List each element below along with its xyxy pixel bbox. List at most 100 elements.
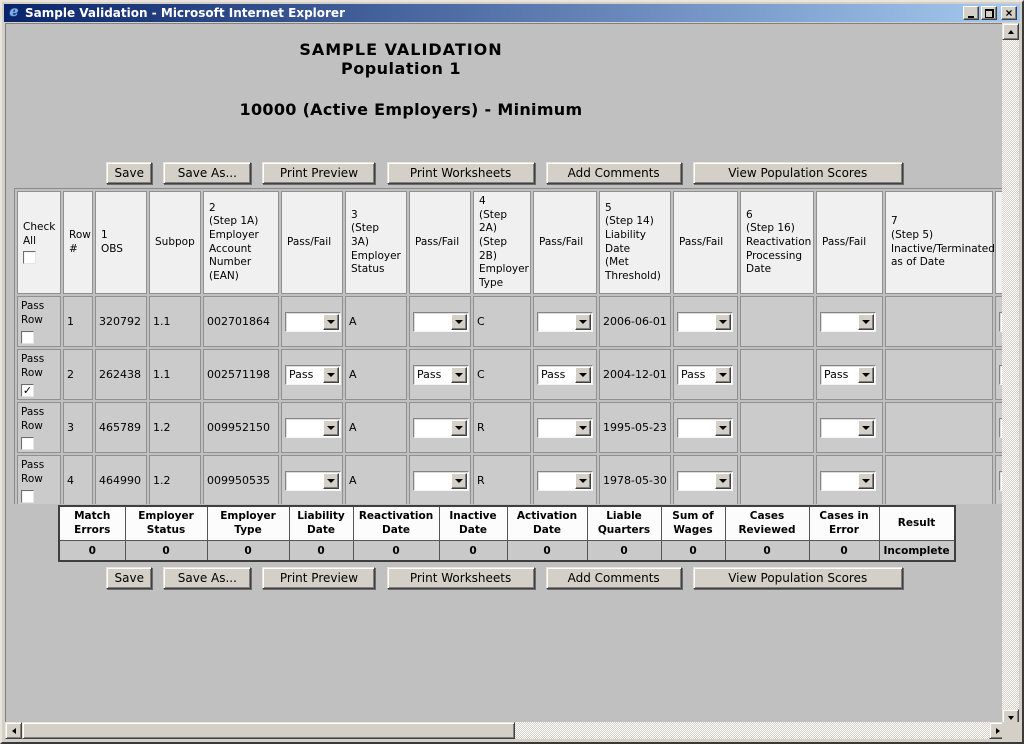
- pass-fail-select[interactable]: Pass: [413, 365, 469, 385]
- col-header-pass-fail-5: Pass/Fail: [816, 191, 883, 294]
- pass-fail-select[interactable]: [285, 418, 341, 438]
- pass-fail-cell: Pass: [533, 349, 597, 400]
- obs-cell: 465789: [95, 402, 147, 453]
- summary-col-result: Result: [879, 506, 955, 541]
- horizontal-scrollbar[interactable]: [5, 722, 1006, 739]
- vertical-scrollbar[interactable]: [1002, 23, 1019, 726]
- dropdown-arrow-icon: [323, 420, 339, 436]
- ean-cell: 002571198: [203, 349, 279, 400]
- minimize-button[interactable]: [963, 6, 979, 20]
- pass-row-checkbox[interactable]: ✓: [21, 384, 34, 397]
- close-button[interactable]: ×: [1001, 6, 1017, 20]
- view-population-scores-button[interactable]: View Population Scores: [693, 162, 903, 184]
- dropdown-arrow-icon: [575, 420, 591, 436]
- reactivation-date-cell: [740, 296, 814, 347]
- view-population-scores-button-bottom[interactable]: View Population Scores: [693, 567, 903, 589]
- ie-logo-icon: e: [7, 6, 21, 20]
- pass-fail-select[interactable]: [285, 471, 341, 491]
- summary-value: 0: [809, 541, 879, 561]
- pass-fail-select[interactable]: [537, 312, 593, 332]
- summary-col-match-errors: Match Errors: [59, 506, 125, 541]
- save-as-button-bottom[interactable]: Save As...: [163, 567, 251, 589]
- pass-fail-select[interactable]: Pass: [677, 365, 733, 385]
- dropdown-arrow-icon: [715, 367, 731, 383]
- dropdown-arrow-icon: [323, 473, 339, 489]
- print-worksheets-button[interactable]: Print Worksheets: [387, 162, 535, 184]
- horizontal-scroll-thumb[interactable]: [22, 722, 515, 739]
- row-number-cell: 1: [63, 296, 93, 347]
- restore-button[interactable]: [981, 6, 997, 20]
- employer-type-cell: C: [473, 296, 531, 347]
- dropdown-arrow-icon: [715, 420, 731, 436]
- pass-fail-select[interactable]: Pass: [820, 365, 876, 385]
- add-comments-button[interactable]: Add Comments: [546, 162, 682, 184]
- pass-fail-cell: [673, 296, 738, 347]
- pass-fail-select[interactable]: [537, 471, 593, 491]
- col-header-employer-type: 4 (Step 2A) (Step 2B) Employer Type: [473, 191, 531, 294]
- col-header-pass-fail-1: Pass/Fail: [281, 191, 343, 294]
- reactivation-date-cell: [740, 349, 814, 400]
- summary-value-row: 0 0 0 0 0 0 0 0 0 0 0 Incomplete: [59, 541, 955, 561]
- employer-type-cell: C: [473, 349, 531, 400]
- pass-fail-cell: Pass: [673, 349, 738, 400]
- print-worksheets-button-bottom[interactable]: Print Worksheets: [387, 567, 535, 589]
- summary-col-inactive-date: Inactive Date: [439, 506, 507, 541]
- pass-fail-select[interactable]: [820, 471, 876, 491]
- score-summary-table: Match Errors Employer Status Employer Ty…: [58, 505, 956, 562]
- pass-fail-select[interactable]: Pass: [537, 365, 593, 385]
- pass-fail-select[interactable]: [413, 312, 469, 332]
- pass-fail-select[interactable]: Pass: [285, 365, 341, 385]
- col-header-inactive-date: 7 (Step 5) Inactive/Terminated as of Dat…: [885, 191, 993, 294]
- pass-row-checkbox[interactable]: [21, 490, 34, 503]
- pass-fail-select[interactable]: [413, 471, 469, 491]
- document-area: SAMPLE VALIDATION Population 1 10000 (Ac…: [5, 23, 1004, 726]
- pass-fail-cell: Pass: [281, 349, 343, 400]
- save-button[interactable]: Save: [106, 162, 152, 184]
- print-preview-button-bottom[interactable]: Print Preview: [262, 567, 375, 589]
- pass-fail-cell: [816, 402, 883, 453]
- pass-fail-cell: Pass: [409, 349, 471, 400]
- pass-fail-cell: [673, 402, 738, 453]
- pass-row-checkbox[interactable]: [21, 437, 34, 450]
- pass-fail-select[interactable]: [820, 312, 876, 332]
- title-bar[interactable]: e Sample Validation - Microsoft Internet…: [4, 4, 1020, 22]
- pass-fail-select[interactable]: [820, 418, 876, 438]
- table-row: Pass Row 1 320792 1.1 002701864 A C 2006…: [17, 296, 1003, 347]
- pass-fail-select[interactable]: [413, 418, 469, 438]
- pass-fail-select[interactable]: [537, 418, 593, 438]
- scroll-up-button[interactable]: [1002, 23, 1019, 40]
- col-header-check-all: Check All: [17, 191, 61, 294]
- summary-value: 0: [725, 541, 809, 561]
- pass-fail-cell: [533, 455, 597, 504]
- print-preview-button[interactable]: Print Preview: [262, 162, 375, 184]
- pass-fail-select[interactable]: [677, 471, 733, 491]
- pass-fail-select[interactable]: [677, 418, 733, 438]
- row-number-cell: 2: [63, 349, 93, 400]
- save-as-button[interactable]: Save As...: [163, 162, 251, 184]
- add-comments-button-bottom[interactable]: Add Comments: [546, 567, 682, 589]
- reactivation-date-cell: [740, 402, 814, 453]
- subpop-cell: 1.1: [149, 296, 201, 347]
- scroll-left-button[interactable]: [5, 722, 22, 739]
- vertical-scroll-track[interactable]: [1002, 40, 1019, 709]
- liability-date-cell: 1978-05-30: [599, 455, 671, 504]
- pass-fail-select[interactable]: [677, 312, 733, 332]
- dropdown-arrow-icon: [575, 314, 591, 330]
- pass-row-checkbox[interactable]: [21, 331, 34, 344]
- summary-value: 0: [207, 541, 289, 561]
- obs-cell: 464990: [95, 455, 147, 504]
- employer-status-cell: A: [345, 296, 407, 347]
- employer-status-cell: A: [345, 402, 407, 453]
- window-title: Sample Validation - Microsoft Internet E…: [25, 6, 963, 20]
- check-all-checkbox[interactable]: [23, 251, 36, 264]
- save-button-bottom[interactable]: Save: [106, 567, 152, 589]
- col-header-row-num: Row #: [63, 191, 93, 294]
- ean-cell: 002701864: [203, 296, 279, 347]
- dropdown-arrow-icon: [715, 314, 731, 330]
- employer-type-cell: R: [473, 455, 531, 504]
- population-label: Population 1: [6, 59, 796, 78]
- pass-fail-select[interactable]: [285, 312, 341, 332]
- dropdown-arrow-icon: [451, 420, 467, 436]
- subpop-cell: 1.2: [149, 402, 201, 453]
- pass-fail-cell: [409, 402, 471, 453]
